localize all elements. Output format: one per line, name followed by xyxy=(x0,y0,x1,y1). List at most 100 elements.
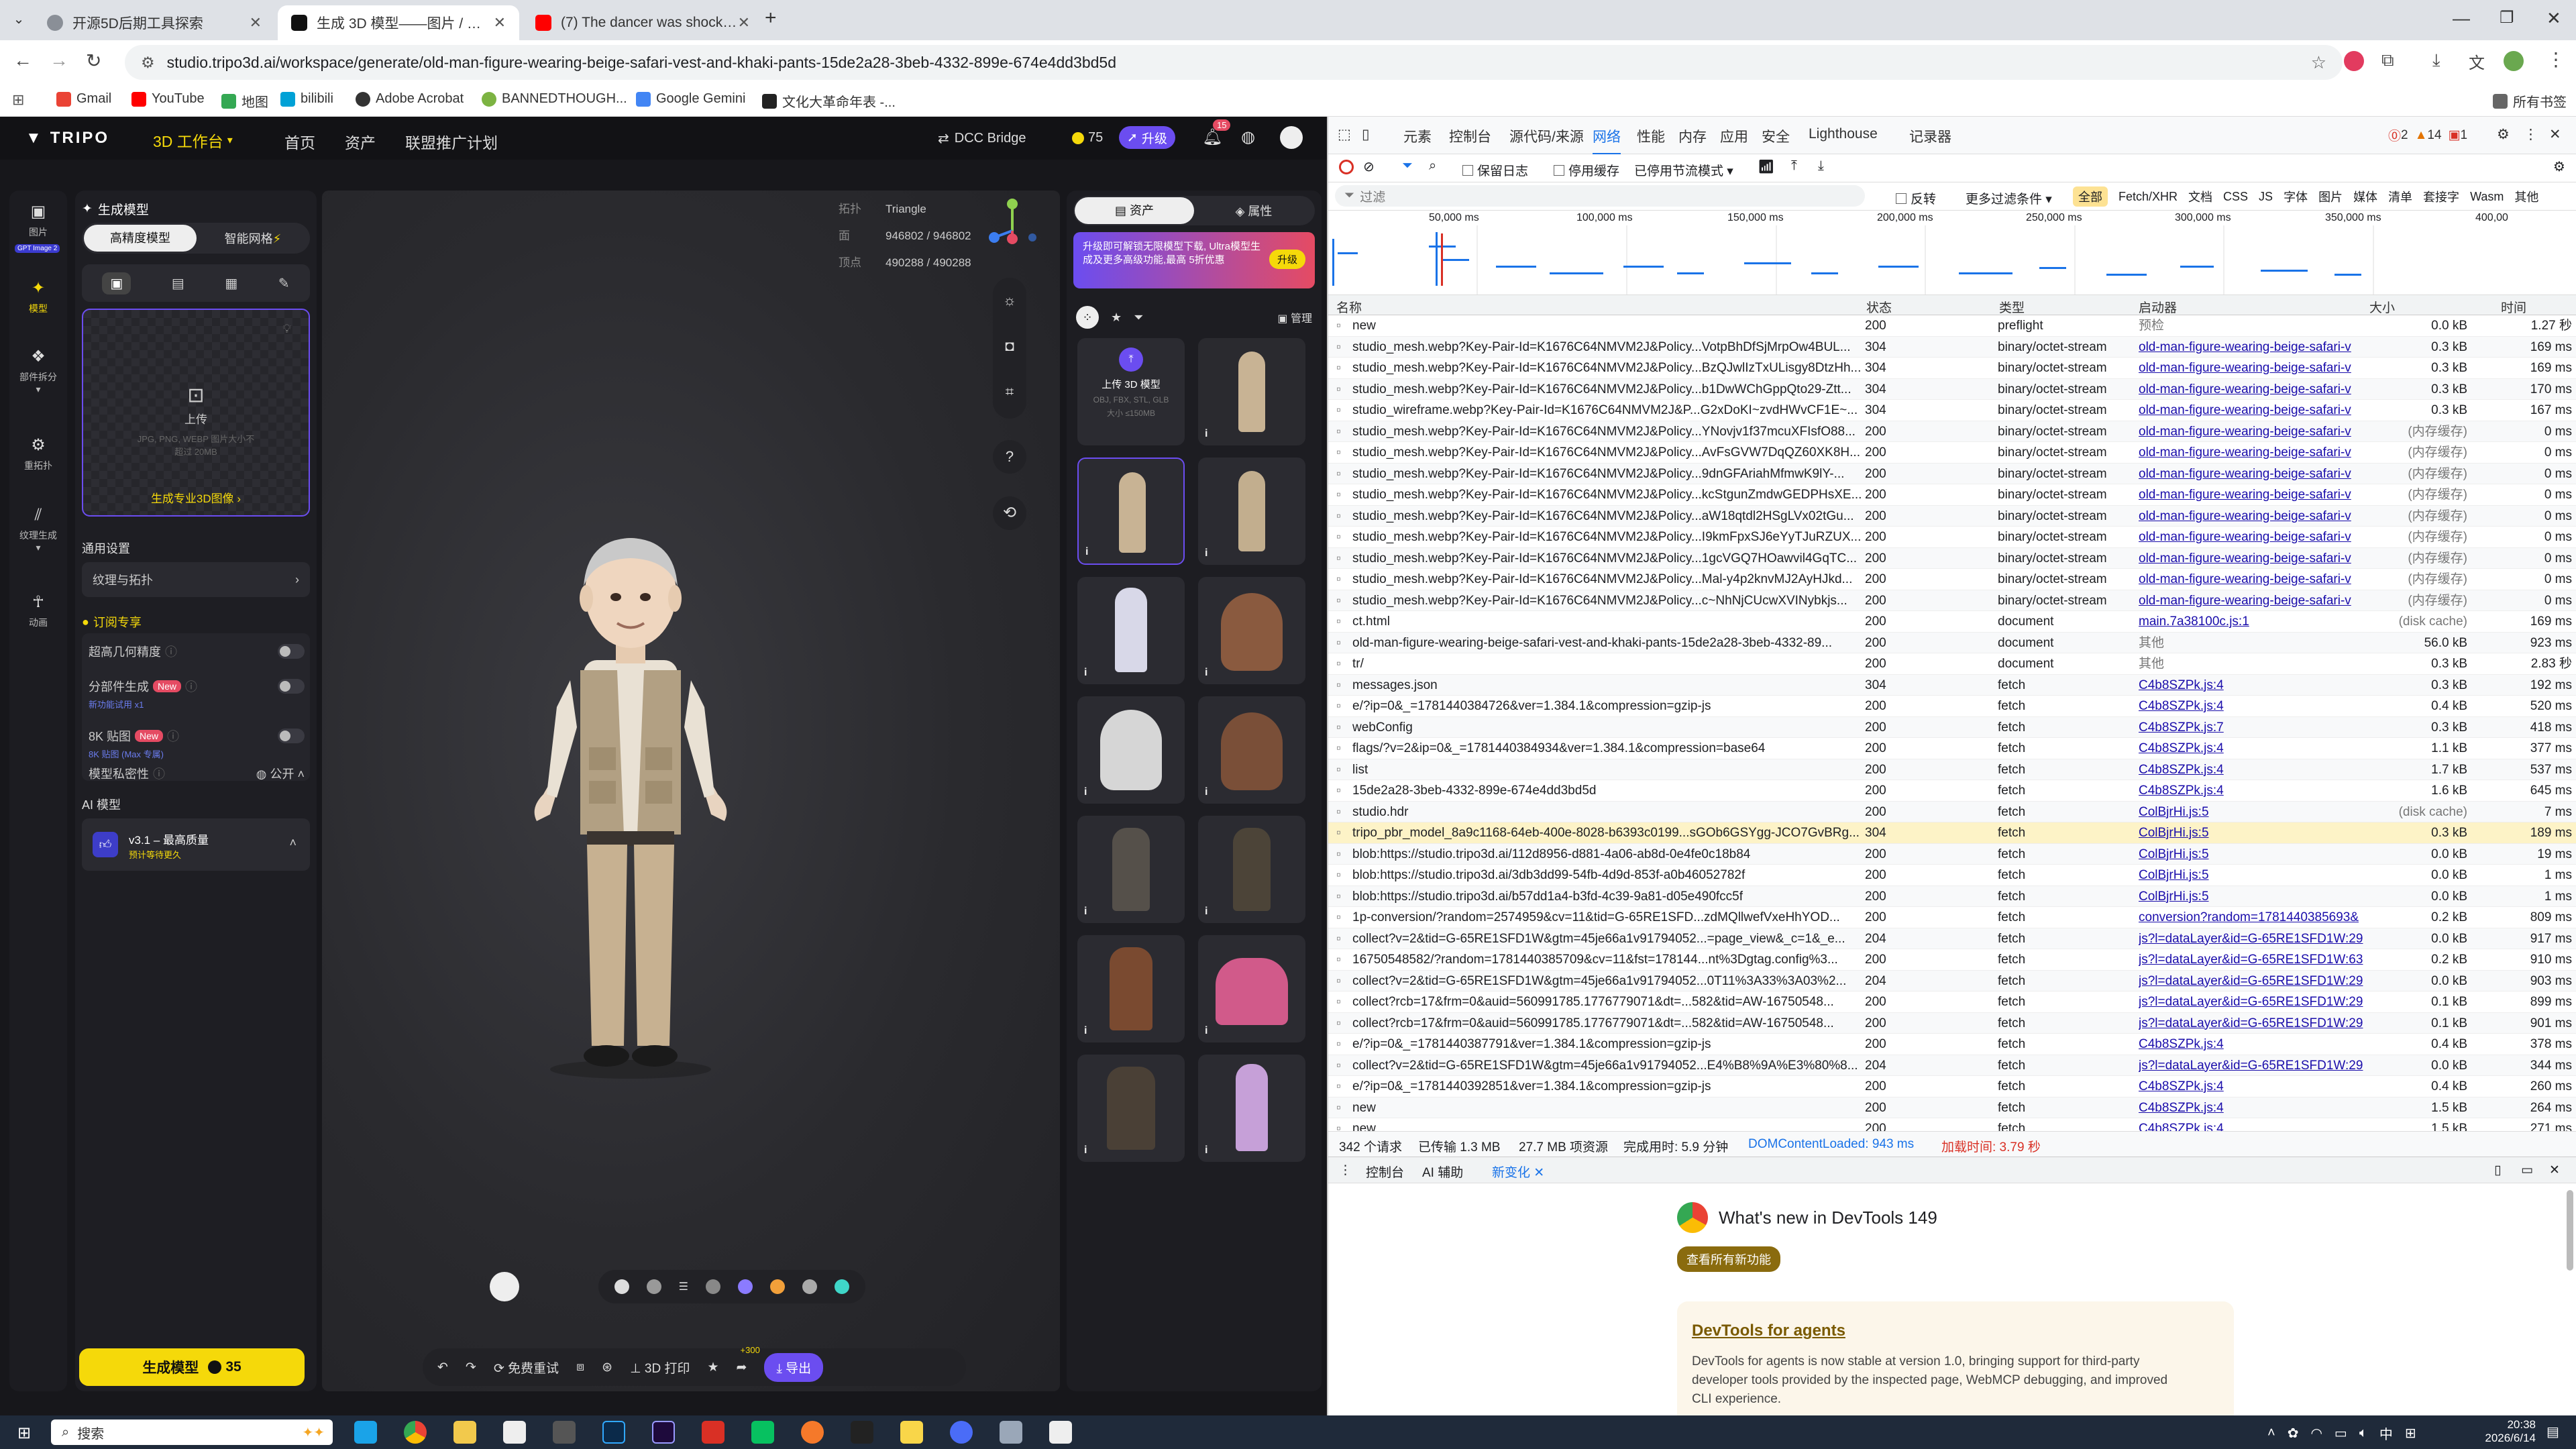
table-row[interactable]: ▫ studio.hdr 200 fetch ColBjrHi.js:5 (disk ca… xyxy=(1328,801,2576,822)
info-icon[interactable]: i xyxy=(1205,786,1208,798)
request-initiator[interactable]: js?l=dataLayer&id=G-65RE1SFD1W:29 xyxy=(2139,928,2367,950)
asset-thumb-old-man-2[interactable]: i xyxy=(1198,458,1305,565)
type-filter-fetch[interactable]: Fetch/XHR xyxy=(2118,190,2178,204)
bookmark-adobe[interactable]: Adobe Acrobat xyxy=(356,91,464,107)
asset-thumb-old-man-1[interactable]: i xyxy=(1198,338,1305,445)
mode-smart-mesh-button[interactable]: 智能网格⚡ xyxy=(197,229,309,247)
nav-assets[interactable]: 资产 xyxy=(345,130,376,153)
close-window-icon[interactable]: ✕ xyxy=(2546,8,2561,29)
table-row[interactable]: ▫ collect?v=2&tid=G-65RE1SFD1W&gtm=45je66… xyxy=(1328,970,2576,991)
table-row[interactable]: ▫ e/?ip=0&_=1781440392851&ver=1.384.1&com… xyxy=(1328,1076,2576,1097)
table-row[interactable]: ▫ collect?rcb=17&frm=0&auid=560991785.177… xyxy=(1328,991,2576,1013)
ime-indicator[interactable]: 中 xyxy=(2379,1424,2393,1443)
col-size[interactable]: 大小 xyxy=(2369,298,2395,316)
table-row[interactable]: ▫ 1p-conversion/?random=2574959&cv=11&tid… xyxy=(1328,907,2576,928)
nav-affiliate[interactable]: 联盟推广计划 xyxy=(405,130,498,153)
edge-taskbar-icon[interactable] xyxy=(354,1421,377,1444)
request-initiator[interactable]: ColBjrHi.js:5 xyxy=(2139,822,2367,844)
apps-grid-icon[interactable]: ⊞ xyxy=(12,91,24,109)
scan-icon[interactable]: ⌗ xyxy=(993,369,1026,415)
request-initiator[interactable]: 预检 xyxy=(2139,315,2367,337)
parts-gen-toggle[interactable] xyxy=(278,679,305,694)
info-icon[interactable]: i xyxy=(1205,1144,1208,1157)
camera-icon[interactable]: ◘ xyxy=(993,323,1026,369)
table-row[interactable]: ▫ 15de2a28-3beb-4332-899e-674e4dd3bd5d 200… xyxy=(1328,780,2576,802)
bookmark-star-icon[interactable]: ☆ xyxy=(2311,52,2326,73)
col-time[interactable]: 时间 xyxy=(2501,298,2526,316)
request-initiator[interactable]: 其他 xyxy=(2139,633,2367,654)
wifi-icon[interactable]: ◠ xyxy=(2310,1425,2322,1442)
tab-memory[interactable]: 内存 xyxy=(1678,126,1707,146)
type-filter-socket[interactable]: 套接字 xyxy=(2423,188,2459,205)
asset-thumb-warrior[interactable]: i xyxy=(1077,1055,1185,1162)
network-timeline-overview[interactable]: 50,000 ms 100,000 ms 150,000 ms 200,000 … xyxy=(1328,211,2576,295)
tab-close-icon[interactable]: ✕ xyxy=(738,14,750,32)
asset-thumb-anime-girl[interactable]: i xyxy=(1198,1055,1305,1162)
free-retry-button[interactable]: ⟳ 免费重试 xyxy=(494,1358,559,1377)
bookmark-bannedthought[interactable]: BANNEDTHOUGH... xyxy=(482,91,627,107)
grid-view-icon[interactable]: ⁘ xyxy=(1076,306,1099,329)
type-filter-all[interactable]: 全部 xyxy=(2073,186,2108,207)
tripo-logo[interactable]: ▼ TRIPO xyxy=(25,129,109,148)
favorites-star-icon[interactable]: ★ xyxy=(1111,311,1122,325)
sidebar-item-model[interactable]: ✦ 模型 xyxy=(9,279,67,315)
table-row[interactable]: ▫ studio_mesh.webp?Key-Pair-Id=K1676C64NM… xyxy=(1328,505,2576,527)
request-initiator[interactable]: ColBjrHi.js:5 xyxy=(2139,844,2367,865)
table-row[interactable]: ▫ blob:https://studio.tripo3d.ai/112d8956… xyxy=(1328,843,2576,865)
info-icon[interactable]: i xyxy=(1085,546,1088,558)
info-icon[interactable]: i xyxy=(1205,667,1208,679)
col-status[interactable]: 状态 xyxy=(1866,298,1892,316)
nav-home[interactable]: 首页 xyxy=(284,130,315,153)
request-initiator[interactable]: old-man-figure-wearing-beige-safari-v xyxy=(2139,442,2367,464)
tab-close-icon[interactable]: ✕ xyxy=(494,14,506,32)
type-filter-wasm[interactable]: Wasm xyxy=(2470,190,2504,204)
gray-mode-icon[interactable] xyxy=(802,1279,817,1294)
info-icon[interactable]: i xyxy=(1084,1025,1087,1037)
lighting-icon[interactable]: ☼ xyxy=(993,278,1026,323)
card-title[interactable]: DevTools for agents xyxy=(1692,1322,1845,1340)
import-icon[interactable]: ⤒ xyxy=(1791,158,1797,174)
request-initiator[interactable]: js?l=dataLayer&id=G-65RE1SFD1W:63 xyxy=(2139,949,2367,971)
drawer-menu-icon[interactable]: ⋮ xyxy=(1339,1163,1352,1178)
batch-input-tab-icon[interactable]: ▦ xyxy=(225,275,237,292)
request-initiator[interactable]: old-man-figure-wearing-beige-safari-v xyxy=(2139,337,2367,358)
asset-thumb-woman-bust-1[interactable]: i xyxy=(1198,577,1305,684)
info-icon[interactable]: i xyxy=(1205,1025,1208,1037)
tab-security[interactable]: 安全 xyxy=(1762,126,1790,146)
table-row[interactable]: ▫ studio_mesh.webp?Key-Pair-Id=K1676C64NM… xyxy=(1328,569,2576,590)
tab-console[interactable]: 控制台 xyxy=(1449,126,1491,146)
tab-search-icon[interactable]: ⌄ xyxy=(9,11,28,30)
blender-taskbar-icon[interactable] xyxy=(801,1421,824,1444)
upload-3d-model-card[interactable]: ⤒ 上传 3D 模型 OBJ, FBX, STL, GLB 大小 ≤150MB xyxy=(1077,338,1185,445)
tab-lighthouse[interactable]: Lighthouse xyxy=(1809,126,1878,142)
tab-close-icon[interactable]: ✕ xyxy=(250,14,262,32)
explorer-taskbar-icon[interactable] xyxy=(453,1421,476,1444)
tab-network[interactable]: 网络 xyxy=(1593,126,1621,155)
8k-texture-toggle[interactable] xyxy=(278,729,305,743)
more-filters-dropdown[interactable]: 更多过滤条件 ▾ xyxy=(1966,189,2052,207)
clear-icon[interactable]: ⊘ xyxy=(1363,158,1375,175)
asset-thumb-bust-statue[interactable]: i xyxy=(1077,696,1185,804)
image-upload-area[interactable]: 💡︎ ⊡ 上传 JPG, PNG, WEBP 图片大小不超过 20MB 生成专业… xyxy=(82,309,310,517)
dcc-bridge-button[interactable]: ⇄ DCC Bridge xyxy=(938,130,1026,147)
notification-center-icon[interactable]: ▤ xyxy=(2546,1424,2559,1440)
table-row[interactable]: ▫ webConfig 200 fetch C4b8SZPk.js:7 0.3 kB 418… xyxy=(1328,716,2576,738)
table-row[interactable]: ▫ studio_wireframe.webp?Key-Pair-Id=K1676… xyxy=(1328,400,2576,421)
search-icon[interactable]: ⌕ xyxy=(1429,158,1436,174)
drawer-scrollbar[interactable] xyxy=(2567,1190,2573,1271)
asset-thumb-samurai[interactable]: i xyxy=(1077,935,1185,1042)
ai-model-selector[interactable]: 👍︎ v3.1 – 最高质量 预计等待更久 ˄ xyxy=(82,818,310,871)
window-taskbar-icon[interactable] xyxy=(1000,1421,1022,1444)
wps-taskbar-icon[interactable] xyxy=(702,1421,724,1444)
bookmark-gemini[interactable]: Google Gemini xyxy=(636,91,745,107)
device-toggle-icon[interactable]: ▯ xyxy=(1362,126,1370,143)
inspect-element-icon[interactable]: ⬚ xyxy=(1338,126,1351,143)
multiview-input-tab-icon[interactable]: ▤ xyxy=(172,275,184,292)
tab-properties[interactable]: ◈ 属性 xyxy=(1194,202,1313,219)
request-initiator[interactable]: old-man-figure-wearing-beige-safari-v xyxy=(2139,506,2367,527)
browser-menu-icon[interactable]: ⋮ xyxy=(2546,48,2565,70)
qq-taskbar-icon[interactable] xyxy=(851,1421,873,1444)
filter-funnel-icon[interactable]: ⏷ xyxy=(1402,158,1413,174)
upgrade-button[interactable]: ➚ 升级 xyxy=(1119,126,1175,149)
table-row[interactable]: ▫ e/?ip=0&_=1781440387791&ver=1.384.1&com… xyxy=(1328,1034,2576,1055)
